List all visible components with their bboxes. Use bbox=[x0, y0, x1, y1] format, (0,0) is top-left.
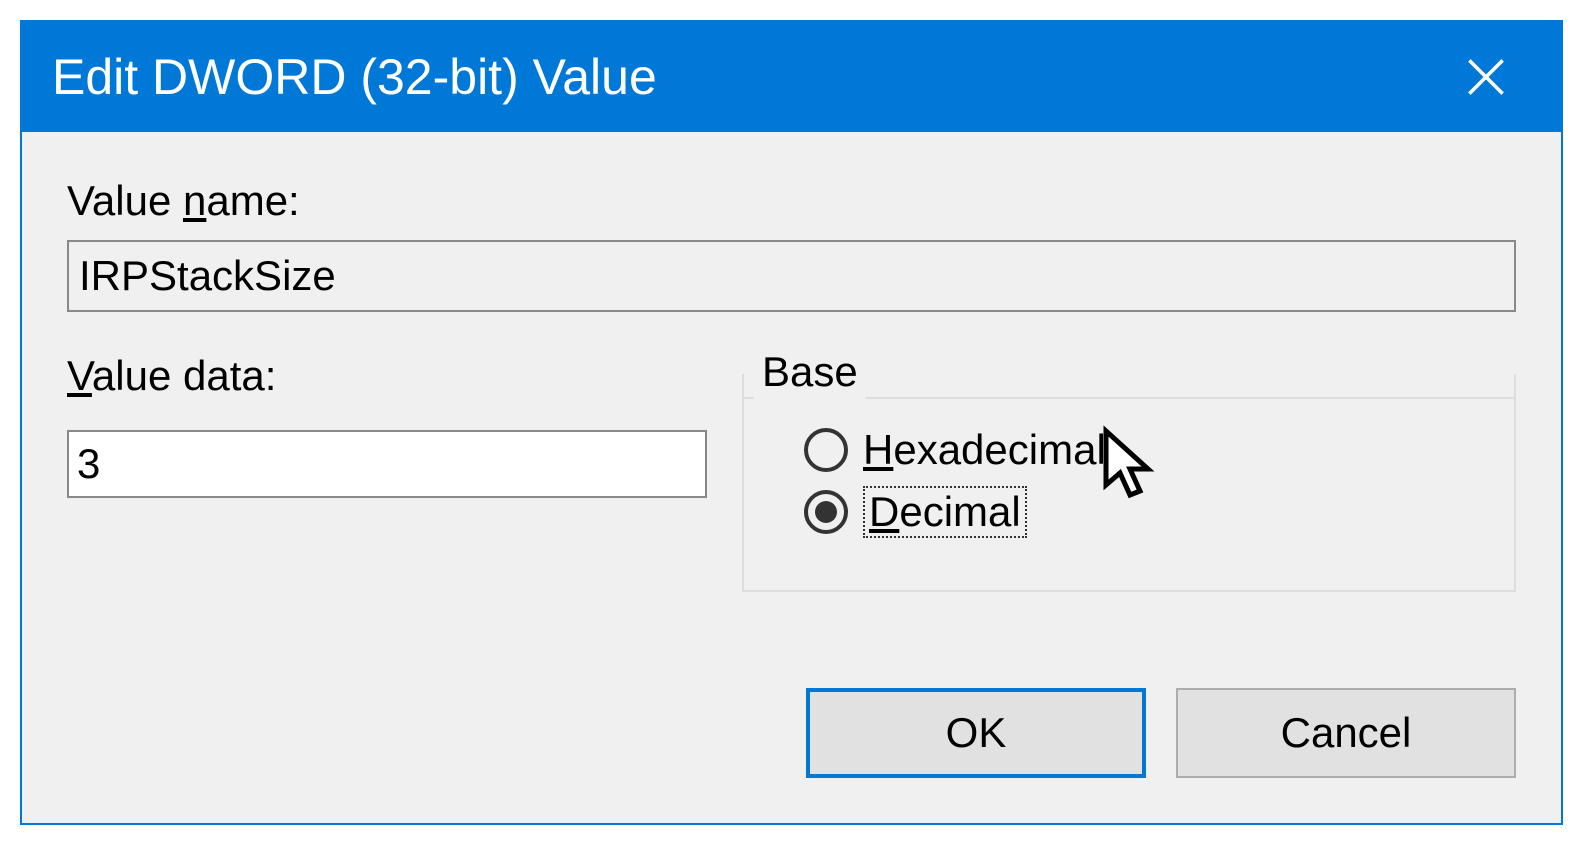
edit-dword-dialog: Edit DWORD (32-bit) Value Value name: Va… bbox=[20, 20, 1563, 825]
ok-button[interactable]: OK bbox=[806, 688, 1146, 778]
close-button[interactable] bbox=[1441, 32, 1531, 122]
value-data-label: Value data: bbox=[67, 352, 707, 400]
buttons-row: OK Cancel bbox=[22, 688, 1561, 823]
close-icon bbox=[1467, 58, 1505, 96]
value-data-input[interactable] bbox=[67, 430, 707, 498]
radio-hexadecimal-row: Hexadecimal bbox=[804, 426, 1474, 474]
radio-dot-icon bbox=[815, 501, 837, 523]
radio-decimal-label[interactable]: Decimal bbox=[863, 486, 1027, 538]
radio-decimal[interactable] bbox=[804, 490, 848, 534]
titlebar: Edit DWORD (32-bit) Value bbox=[22, 22, 1561, 132]
radio-decimal-row: Decimal bbox=[804, 486, 1474, 538]
cancel-button[interactable]: Cancel bbox=[1176, 688, 1516, 778]
base-groupbox: Base Hexadecimal Decimal bbox=[742, 374, 1516, 592]
base-legend: Base bbox=[754, 348, 866, 396]
dialog-title: Edit DWORD (32-bit) Value bbox=[52, 48, 657, 106]
radio-hexadecimal-label[interactable]: Hexadecimal bbox=[863, 426, 1106, 474]
radio-hexadecimal[interactable] bbox=[804, 428, 848, 472]
value-name-label: Value name: bbox=[67, 177, 1516, 225]
dialog-content: Value name: Value data: Base bbox=[22, 132, 1561, 688]
value-name-input[interactable] bbox=[67, 240, 1516, 312]
